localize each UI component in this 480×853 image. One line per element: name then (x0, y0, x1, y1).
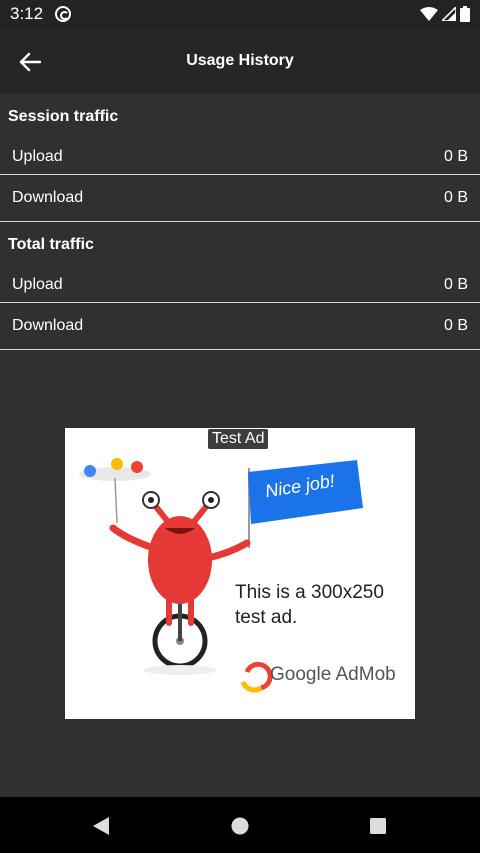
row-label: Upload (12, 148, 63, 165)
system-nav-bar (0, 797, 480, 853)
row-label: Upload (12, 276, 63, 293)
list-item-total-download: Download 0 B (0, 303, 480, 350)
list-item-session-upload: Upload 0 B (0, 140, 480, 175)
row-value: 0 B (443, 189, 468, 206)
section-header-total: Total traffic (8, 236, 94, 253)
usage-list: Session traffic Upload 0 B Download 0 B … (0, 94, 480, 350)
nav-recents-button[interactable] (365, 813, 391, 839)
arrow-back-icon (19, 52, 41, 72)
ad-brand-label: Google AdMob (270, 664, 396, 685)
test-ad-banner[interactable]: Nice job! Test Ad This is a 300x250 test… (65, 428, 415, 719)
ad-brand: Google AdMob (270, 664, 396, 686)
ad-body-text: This is a 300x250 test ad. (235, 582, 384, 628)
status-bar: 3:12 (0, 0, 480, 28)
section-header-session: Session traffic (8, 108, 119, 125)
wifi-icon (420, 7, 438, 21)
nav-home-button[interactable] (227, 813, 253, 839)
page-title: Usage History (186, 52, 294, 69)
row-value: 0 B (443, 276, 468, 293)
back-button[interactable] (14, 46, 46, 78)
row-label: Download (12, 317, 84, 334)
square-recents-icon (370, 818, 386, 834)
test-ad-badge: Test Ad (208, 429, 269, 449)
signal-icon (442, 7, 456, 21)
row-label: Download (12, 189, 84, 206)
row-value: 0 B (443, 148, 468, 165)
triangle-back-icon (93, 817, 109, 835)
circle-home-icon (231, 817, 249, 835)
app-notification-icon (55, 6, 72, 22)
status-time: 3:12 (10, 4, 44, 23)
battery-icon (460, 6, 470, 22)
status-icons (420, 6, 470, 22)
app-bar: Usage History (0, 28, 480, 94)
row-value: 0 B (443, 317, 468, 334)
list-item-session-download: Download 0 B (0, 175, 480, 222)
nav-back-button[interactable] (88, 813, 114, 839)
list-item-total-upload: Upload 0 B (0, 268, 480, 303)
